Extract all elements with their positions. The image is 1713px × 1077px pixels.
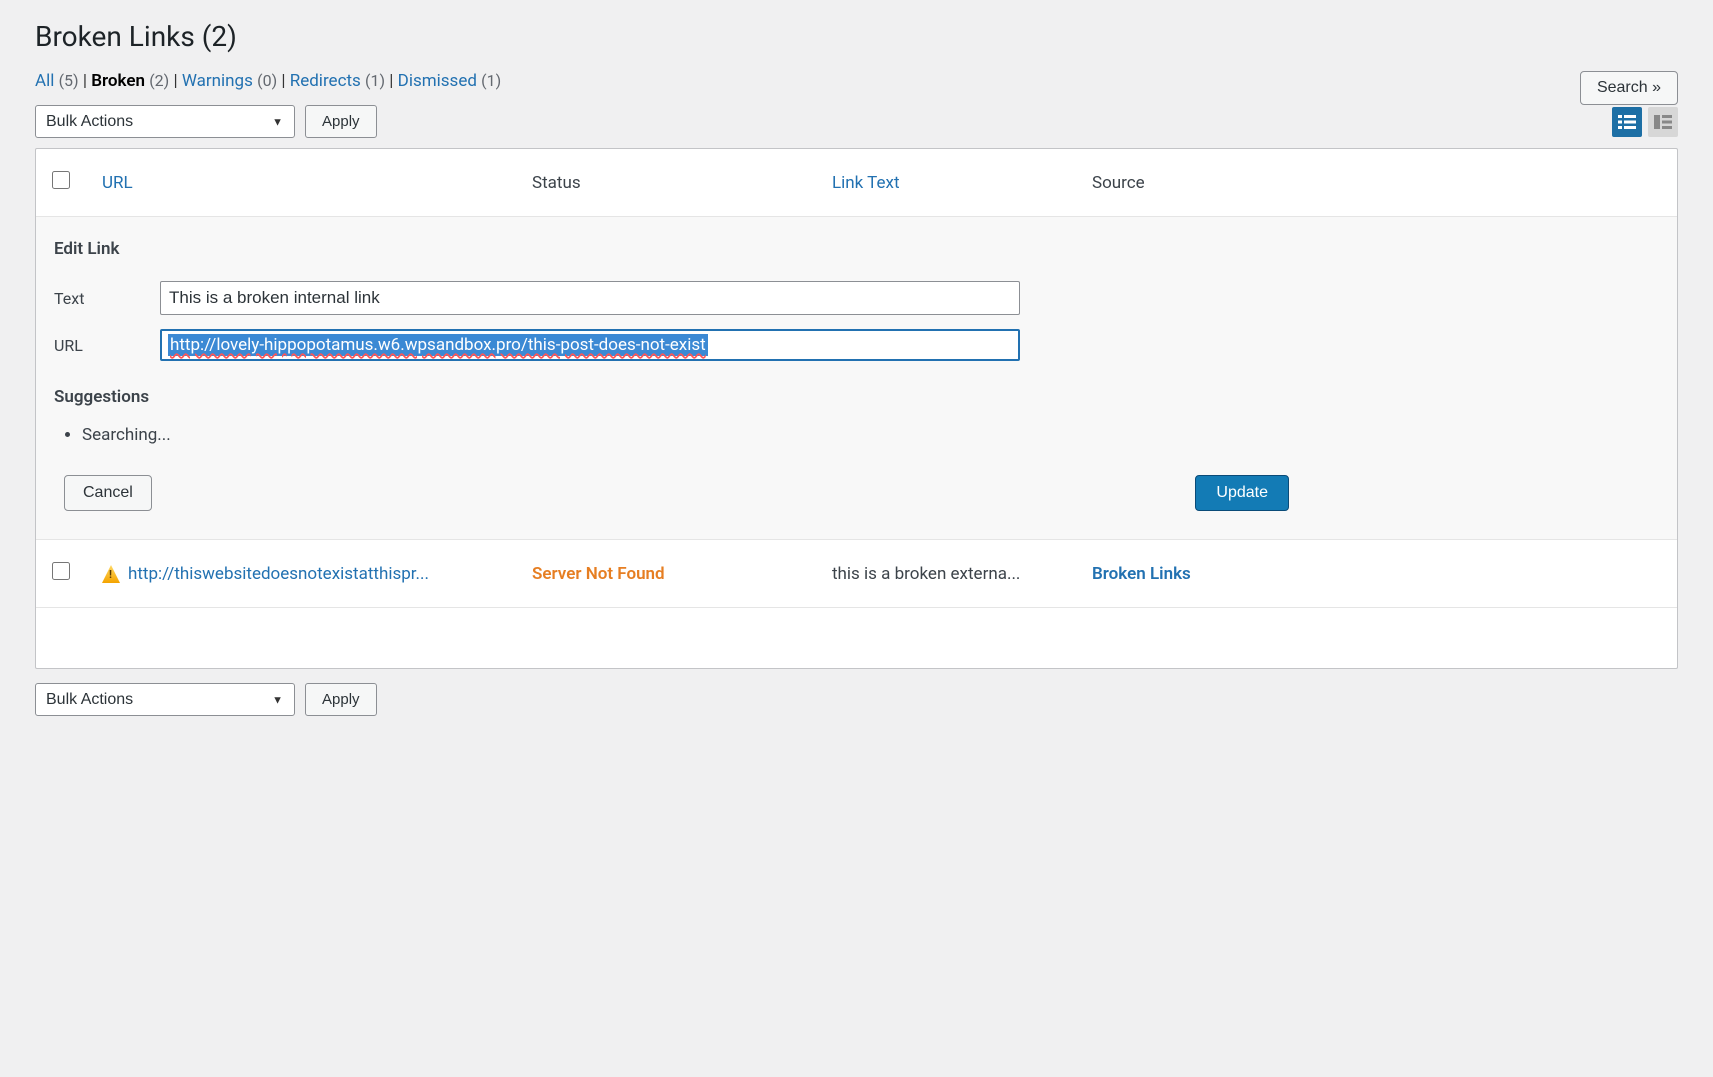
row-source-link[interactable]: Broken Links (1092, 564, 1191, 584)
row-checkbox[interactable] (52, 562, 70, 580)
tab-dismissed-count: (1) (481, 71, 501, 90)
text-field-input[interactable] (160, 281, 1020, 315)
suggestion-searching: Searching... (82, 425, 1659, 445)
apply-button-bottom[interactable]: Apply (305, 683, 377, 716)
tab-dismissed[interactable]: Dismissed (398, 71, 477, 91)
row-linktext: this is a broken externa... (832, 564, 1092, 584)
column-source: Source (1092, 173, 1661, 193)
tab-redirects-count: (1) (365, 71, 385, 90)
url-field-input[interactable]: http://lovely-hippopotamus.w6.wpsandbox.… (160, 329, 1020, 361)
view-list-icon[interactable] (1612, 107, 1642, 137)
links-table: URL Status Link Text Source Edit Link Te… (35, 148, 1678, 669)
warning-icon (102, 565, 120, 583)
column-url[interactable]: URL (102, 173, 133, 193)
column-linktext[interactable]: Link Text (832, 173, 900, 193)
cancel-button[interactable]: Cancel (64, 475, 152, 511)
suggestions-title: Suggestions (54, 387, 1659, 407)
table-row: http://thiswebsitedoesnotexistatthispr..… (36, 540, 1677, 608)
row-status: Server Not Found (532, 564, 832, 584)
row-url-link[interactable]: http://thiswebsitedoesnotexistatthispr..… (128, 564, 429, 584)
tab-warnings-count: (0) (257, 71, 277, 90)
filter-tabs: All (5) | Broken (2) | Warnings (0) | Re… (35, 71, 501, 91)
select-all-checkbox[interactable] (52, 171, 70, 189)
view-excerpt-icon[interactable] (1648, 107, 1678, 137)
url-field-label: URL (54, 336, 160, 355)
edit-link-title: Edit Link (54, 239, 1659, 259)
tab-redirects[interactable]: Redirects (290, 71, 361, 91)
bulk-actions-select-top[interactable]: Bulk Actions (35, 105, 295, 138)
column-status: Status (532, 173, 832, 193)
page-title: Broken Links (2) (35, 20, 1678, 53)
tab-warnings[interactable]: Warnings (182, 71, 253, 91)
tab-all-count: (5) (59, 71, 79, 90)
edit-link-panel: Edit Link Text URL http://lovely-hippopo… (36, 217, 1677, 540)
text-field-label: Text (54, 289, 160, 308)
search-button[interactable]: Search » (1580, 71, 1678, 105)
update-button[interactable]: Update (1195, 475, 1289, 511)
tab-broken[interactable]: Broken (91, 71, 145, 91)
tab-all[interactable]: All (35, 71, 54, 91)
bulk-actions-select-bottom[interactable]: Bulk Actions (35, 683, 295, 716)
apply-button-top[interactable]: Apply (305, 105, 377, 138)
tab-broken-count: (2) (149, 71, 169, 90)
